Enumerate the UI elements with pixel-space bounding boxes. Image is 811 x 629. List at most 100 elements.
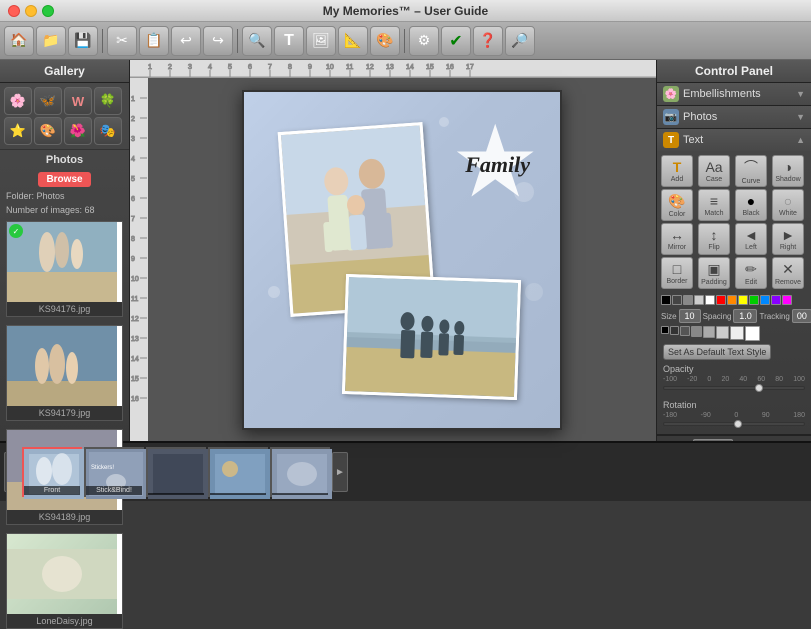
gallery-title: Gallery	[0, 60, 129, 83]
strip-thumb-1[interactable]: Front	[22, 447, 82, 497]
text-shadow-button[interactable]: ◑ Shadow	[772, 155, 804, 187]
text-color-button[interactable]: 🎨 Color	[661, 189, 693, 221]
font-swatch-6[interactable]	[716, 326, 729, 339]
swatch-white[interactable]	[705, 295, 715, 305]
swatch-purple[interactable]	[771, 295, 781, 305]
text-remove-button[interactable]: ✕ Remove	[772, 257, 804, 289]
swatch-lightgray[interactable]	[694, 295, 704, 305]
font-swatch-4[interactable]	[691, 326, 702, 337]
gallery-icon-hibiscus[interactable]: 🌺	[64, 117, 92, 145]
browse-button[interactable]: Browse	[38, 172, 90, 187]
text-match-button[interactable]: ≡ Match	[698, 189, 730, 221]
font-swatch-2[interactable]	[670, 326, 679, 335]
svg-text:4: 4	[208, 64, 212, 71]
gallery-icon-butterfly[interactable]: 🦋	[34, 87, 62, 115]
font-swatch-1[interactable]	[661, 326, 669, 334]
embellishments-header[interactable]: 🌸 Embellishments ▼	[657, 83, 811, 105]
gallery-icon-clover[interactable]: 🍀	[94, 87, 122, 115]
toolbar-text[interactable]: T	[274, 26, 304, 56]
opacity-slider[interactable]	[663, 386, 805, 396]
svg-text:6: 6	[131, 196, 135, 203]
toolbar-save[interactable]: 💾	[68, 26, 98, 56]
swatch-orange[interactable]	[727, 295, 737, 305]
canvas-container[interactable]: ★ Family	[148, 78, 656, 441]
photo-thumb-1[interactable]: ✓ KS94176.jpg	[6, 221, 123, 317]
gallery-icon-row: 🌸 🦋 W 🍀 ⭐ 🎨 🌺 🎭	[0, 83, 129, 150]
set-default-button[interactable]: Set As Default Text Style	[663, 344, 771, 360]
close-button[interactable]	[8, 5, 20, 17]
gallery-icon-w[interactable]: W	[64, 87, 92, 115]
swatch-blue[interactable]	[760, 295, 770, 305]
photo-thumb-2[interactable]: KS94179.jpg	[6, 325, 123, 421]
text-black-button[interactable]: ● Black	[735, 189, 767, 221]
page-canvas[interactable]: ★ Family	[242, 90, 562, 430]
photo-frame-2[interactable]	[342, 273, 521, 399]
photos-header[interactable]: 📷 Photos ▼	[657, 106, 811, 128]
text-header[interactable]: T Text ▲	[657, 129, 811, 151]
rotation-thumb[interactable]	[734, 420, 742, 428]
strip-thumb-4[interactable]	[208, 447, 268, 497]
swatch-pink[interactable]	[782, 295, 792, 305]
font-swatch-8[interactable]	[745, 326, 760, 341]
font-swatch-7[interactable]	[730, 326, 744, 340]
swatch-darkgray[interactable]	[672, 295, 682, 305]
swatch-yellow[interactable]	[738, 295, 748, 305]
text-white-button[interactable]: ○ White	[772, 189, 804, 221]
toolbar-check[interactable]: ✔	[441, 26, 471, 56]
swatch-gray[interactable]	[683, 295, 693, 305]
tick-7: 100	[793, 376, 805, 383]
text-padding-label: Padding	[701, 279, 727, 286]
text-left-button[interactable]: ◄ Left	[735, 223, 767, 255]
font-swatch-5[interactable]	[703, 326, 715, 338]
gallery-icon-star[interactable]: ⭐	[4, 117, 32, 145]
strip-thumb-5[interactable]	[270, 447, 330, 497]
tracking-input[interactable]	[792, 309, 811, 323]
strip-label-4	[210, 493, 266, 495]
toolbar-undo[interactable]: ↩	[171, 26, 201, 56]
toolbar-search[interactable]: 🔎	[505, 26, 535, 56]
toolbar-cut[interactable]: ✂	[107, 26, 137, 56]
strip-next[interactable]: ►	[332, 452, 348, 492]
swatch-black[interactable]	[661, 295, 671, 305]
text-edit-button[interactable]: ✏ Edit	[735, 257, 767, 289]
text-mirror-button[interactable]: ↔ Mirror	[661, 223, 693, 255]
family-text[interactable]: Family	[465, 152, 530, 178]
text-border-label: Border	[666, 278, 687, 285]
toolbar-paint[interactable]: 🎨	[370, 26, 400, 56]
font-swatch-3[interactable]	[680, 326, 690, 336]
toolbar-open[interactable]: 📁	[36, 26, 66, 56]
toolbar-home[interactable]: 🏠	[4, 26, 34, 56]
toolbar-copy[interactable]: 📋	[139, 26, 169, 56]
gallery-icon-flowers[interactable]: 🌸	[4, 87, 32, 115]
maximize-button[interactable]	[42, 5, 54, 17]
text-padding-button[interactable]: ▣ Padding	[698, 257, 730, 289]
rotation-slider[interactable]	[663, 422, 805, 432]
gallery-icon-mask[interactable]: 🎭	[94, 117, 122, 145]
text-right-button[interactable]: ► Right	[772, 223, 804, 255]
opacity-thumb[interactable]	[755, 384, 763, 392]
text-case-button[interactable]: Aa Case	[698, 155, 730, 187]
toolbar-help[interactable]: ❓	[473, 26, 503, 56]
text-border-button[interactable]: □ Border	[661, 257, 693, 289]
svg-text:10: 10	[326, 64, 334, 71]
text-add-button[interactable]: T Add	[661, 155, 693, 187]
text-flip-button[interactable]: ↕ Flip	[698, 223, 730, 255]
toolbar-redo[interactable]: ↪	[203, 26, 233, 56]
spacing-input[interactable]	[733, 309, 757, 323]
minimize-button[interactable]	[25, 5, 37, 17]
toolbar-shape[interactable]: 📐	[338, 26, 368, 56]
toolbar-zoom[interactable]: 🔍	[242, 26, 272, 56]
strip-thumb-2[interactable]: Stickers! Stick&Bind!	[84, 447, 144, 497]
swatch-red[interactable]	[716, 295, 726, 305]
gallery-icon-art[interactable]: 🎨	[34, 117, 62, 145]
text-remove-label: Remove	[775, 279, 801, 286]
toolbar-photo[interactable]: 🖼	[306, 26, 336, 56]
text-curve-label: Curve	[742, 178, 761, 185]
size-input[interactable]	[679, 309, 701, 323]
photo-thumb-4[interactable]: LoneDaisy.jpg	[6, 533, 123, 629]
toolbar-settings[interactable]: ⚙	[409, 26, 439, 56]
swatch-green[interactable]	[749, 295, 759, 305]
text-curve-button[interactable]: ⌒ Curve	[735, 155, 767, 187]
strip-thumb-3[interactable]	[146, 447, 206, 497]
zoom-input[interactable]	[693, 439, 733, 441]
